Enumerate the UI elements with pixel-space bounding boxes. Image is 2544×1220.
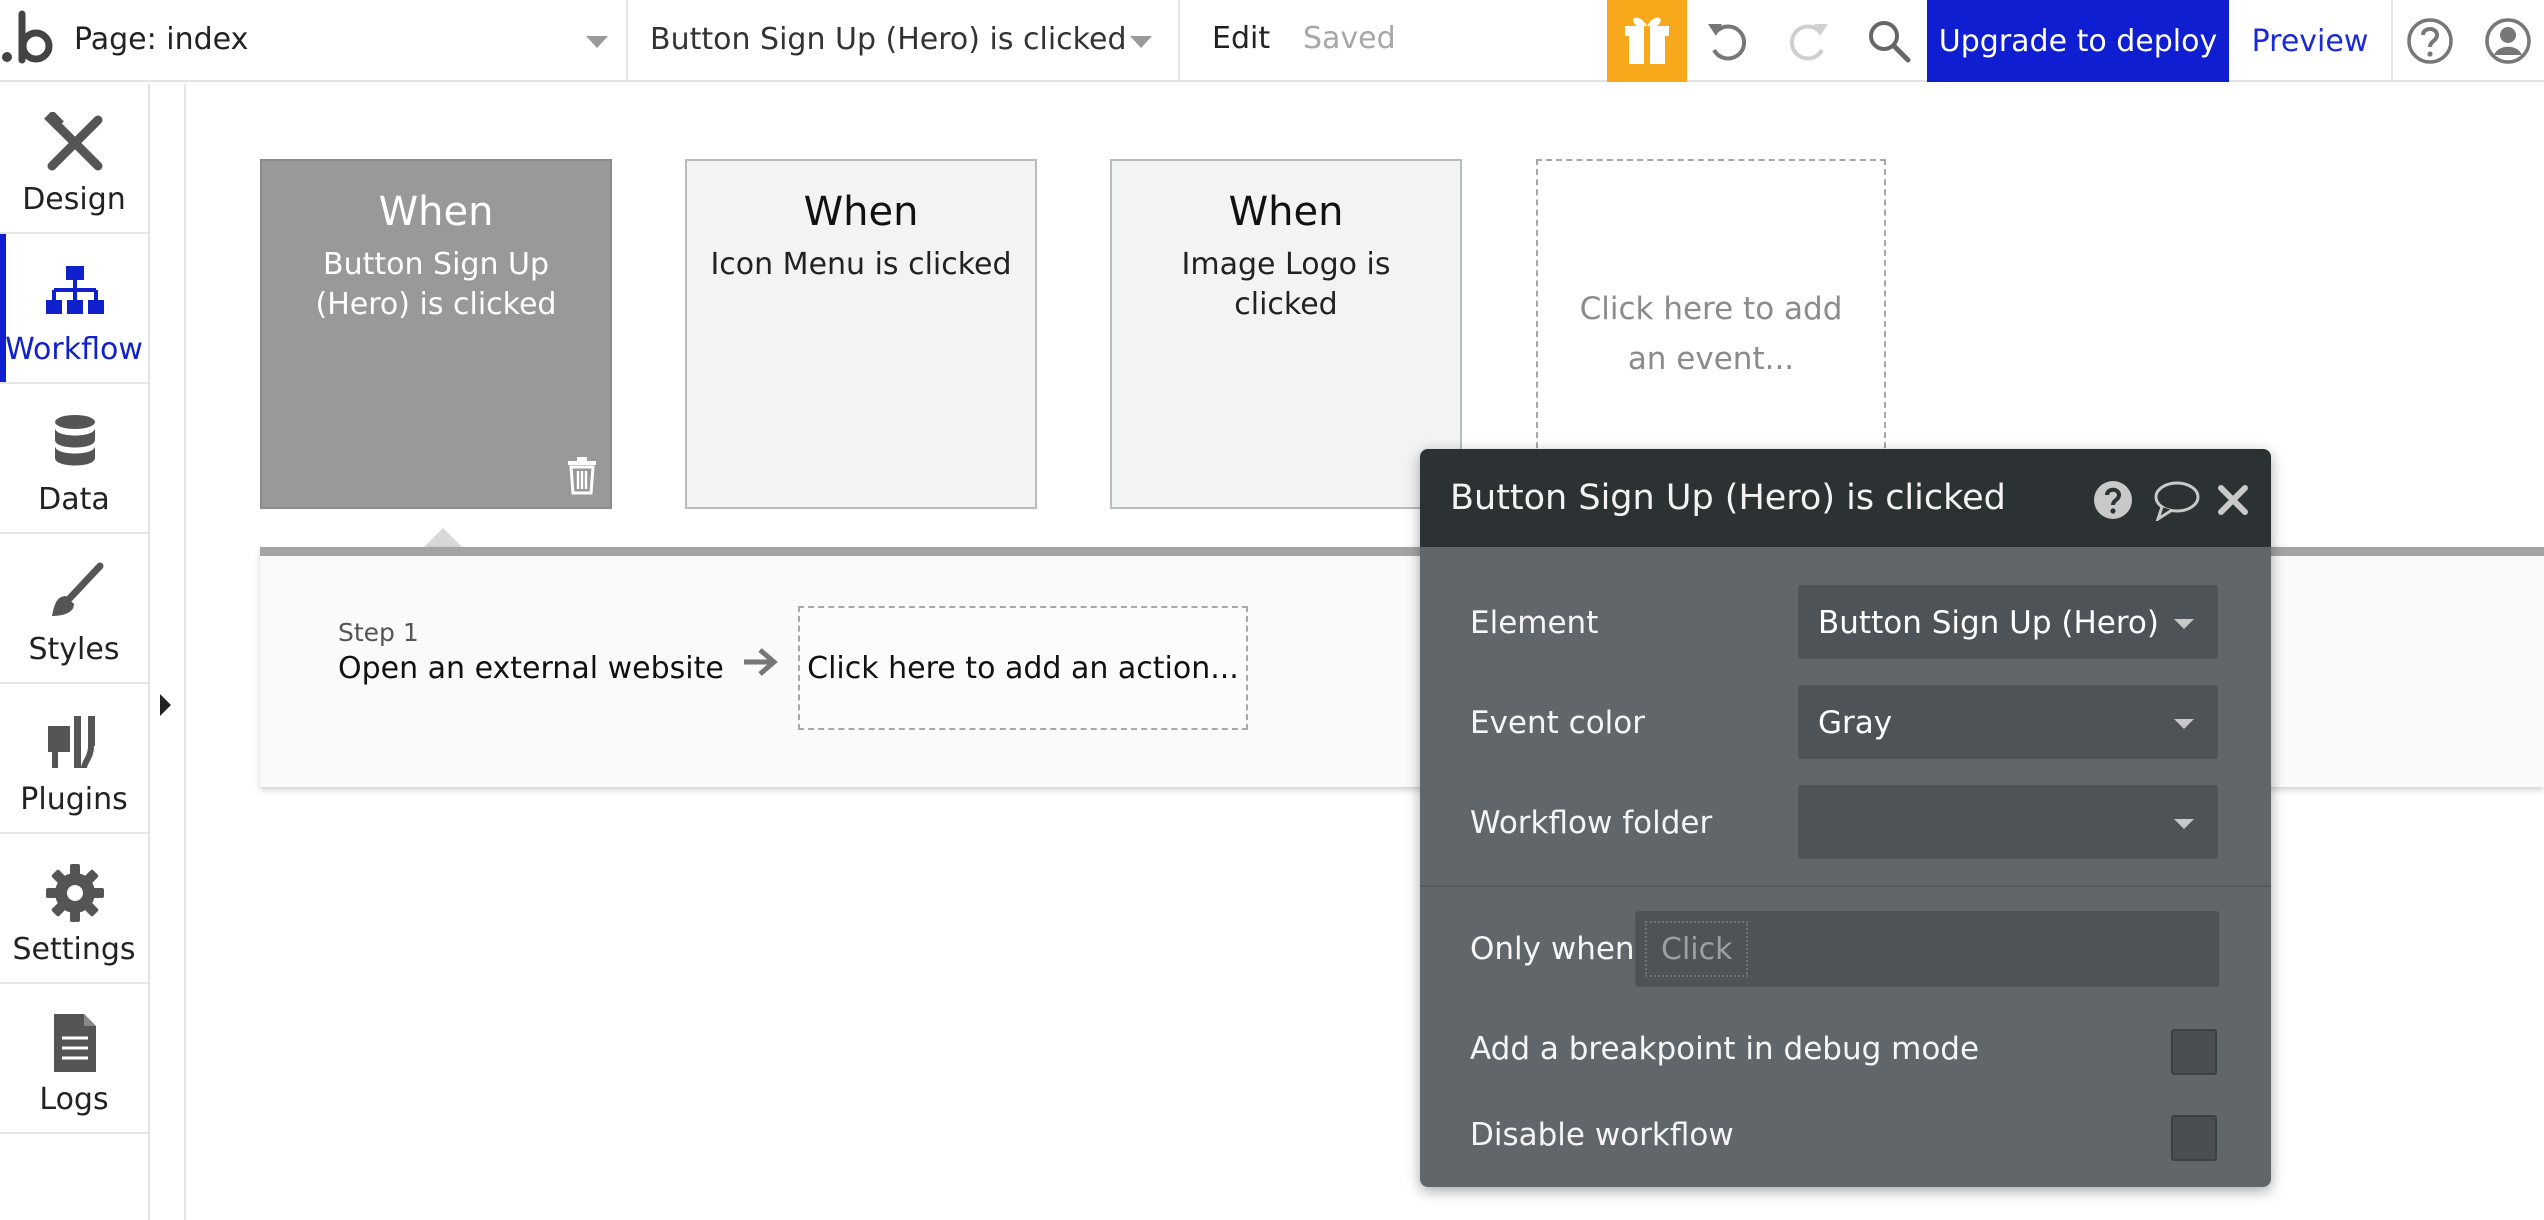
element-label: Element — [1470, 605, 1599, 641]
sidebar-item-design[interactable]: Design — [0, 84, 148, 234]
event-card-image-logo[interactable]: When Image Logo is clicked — [1110, 159, 1462, 509]
sidebar-item-label: Settings — [12, 932, 136, 967]
event-color-dropdown[interactable]: Gray — [1798, 685, 2218, 759]
design-tools-icon — [44, 110, 106, 174]
chevron-down-icon — [2174, 819, 2194, 829]
gift-icon[interactable] — [1607, 0, 1687, 82]
event-color-label: Event color — [1470, 705, 1645, 741]
chevron-down-icon — [2174, 619, 2194, 629]
sidebar-item-label: Styles — [28, 632, 120, 667]
redo-icon[interactable] — [1782, 14, 1836, 68]
page-selector-label: Page: index — [74, 22, 249, 57]
add-action-button[interactable]: Click here to add an action... — [798, 606, 1248, 730]
plug-icon — [44, 712, 106, 774]
canvas-divider — [184, 84, 186, 1220]
expand-panel-arrow-icon[interactable] — [160, 694, 171, 716]
popup-header[interactable]: Button Sign Up (Hero) is clicked — [1420, 449, 2271, 547]
sidebar-item-label: Logs — [39, 1082, 109, 1117]
disable-workflow-label: Disable workflow — [1470, 1117, 1734, 1153]
profile-icon[interactable] — [2480, 14, 2536, 68]
event-description: Icon Menu is clicked — [710, 247, 1012, 282]
event-description: Image Logo is clicked — [1181, 247, 1391, 322]
workflow-selector-dropdown[interactable]: Button Sign Up (Hero) is clicked — [628, 0, 1180, 82]
event-when-label: When — [378, 189, 494, 235]
workflow-tree-icon — [44, 262, 106, 324]
top-bar: Page: index Button Sign Up (Hero) is cli… — [0, 0, 2544, 82]
sidebar-item-data[interactable]: Data — [0, 384, 148, 534]
disable-workflow-checkbox[interactable] — [2171, 1115, 2217, 1161]
help-icon[interactable] — [2092, 479, 2134, 521]
close-icon[interactable] — [2216, 483, 2250, 517]
element-value: Button Sign Up (Hero) — [1818, 605, 2159, 641]
only-when-placeholder[interactable]: Click — [1645, 921, 1749, 977]
chevron-down-icon — [586, 36, 608, 48]
upgrade-to-deploy-button[interactable]: Upgrade to deploy — [1927, 0, 2229, 82]
search-icon[interactable] — [1862, 14, 1916, 68]
event-card-button-sign-up[interactable]: When Button Sign Up (Hero) is clicked — [260, 159, 612, 509]
preview-button[interactable]: Preview — [2229, 0, 2393, 82]
event-card-icon-menu[interactable]: When Icon Menu is clicked — [685, 159, 1037, 509]
help-icon[interactable] — [2402, 14, 2458, 68]
arrow-right-icon — [740, 644, 780, 680]
sidebar-item-label: Plugins — [20, 782, 128, 817]
element-dropdown[interactable]: Button Sign Up (Hero) — [1798, 585, 2218, 659]
sidebar-item-styles[interactable]: Styles — [0, 534, 148, 684]
workflow-folder-label: Workflow folder — [1470, 805, 1713, 841]
event-property-editor: Button Sign Up (Hero) is clicked Element… — [1420, 449, 2271, 1187]
chevron-down-icon — [2174, 719, 2194, 729]
gear-icon — [44, 862, 106, 924]
sidebar-item-label: Workflow — [5, 332, 143, 367]
selected-event-pointer — [423, 528, 463, 548]
workflow-selector-label: Button Sign Up (Hero) is clicked — [650, 22, 1127, 57]
only-when-condition-input[interactable]: Click — [1635, 911, 2219, 987]
undo-icon[interactable] — [1700, 14, 1754, 68]
left-sidebar: Design Workflow Data Styles Plugins Sett… — [0, 84, 150, 1220]
trash-icon[interactable] — [564, 455, 600, 495]
breakpoint-checkbox[interactable] — [2171, 1029, 2217, 1075]
sidebar-item-label: Data — [38, 482, 110, 517]
sidebar-item-label: Design — [22, 182, 126, 217]
breakpoint-label: Add a breakpoint in debug mode — [1470, 1031, 1980, 1067]
bubble-logo-icon[interactable] — [0, 0, 60, 82]
edit-menu[interactable]: Edit — [1212, 21, 1270, 56]
chevron-down-icon — [1130, 36, 1152, 48]
event-color-value: Gray — [1818, 705, 1893, 741]
document-icon — [44, 1012, 106, 1074]
workflow-folder-dropdown[interactable] — [1798, 785, 2218, 859]
only-when-label: Only when — [1470, 931, 1635, 967]
sidebar-item-settings[interactable]: Settings — [0, 834, 148, 984]
paintbrush-icon — [44, 562, 106, 624]
saved-status: Saved — [1303, 21, 1396, 56]
sidebar-item-workflow[interactable]: Workflow — [0, 234, 148, 384]
step-action-label[interactable]: Open an external website — [338, 651, 724, 686]
sidebar-item-logs[interactable]: Logs — [0, 984, 148, 1134]
page-selector-dropdown[interactable]: Page: index — [60, 0, 628, 82]
step-number-label[interactable]: Step 1 — [338, 618, 419, 647]
sidebar-item-plugins[interactable]: Plugins — [0, 684, 148, 834]
popup-title: Button Sign Up (Hero) is clicked — [1450, 478, 2006, 518]
event-when-label: When — [803, 189, 919, 235]
database-icon — [44, 412, 106, 474]
event-description: Button Sign Up (Hero) is clicked — [315, 247, 557, 322]
event-when-label: When — [1228, 189, 1344, 235]
comment-icon[interactable] — [2152, 479, 2202, 523]
popup-divider — [1420, 885, 2271, 887]
